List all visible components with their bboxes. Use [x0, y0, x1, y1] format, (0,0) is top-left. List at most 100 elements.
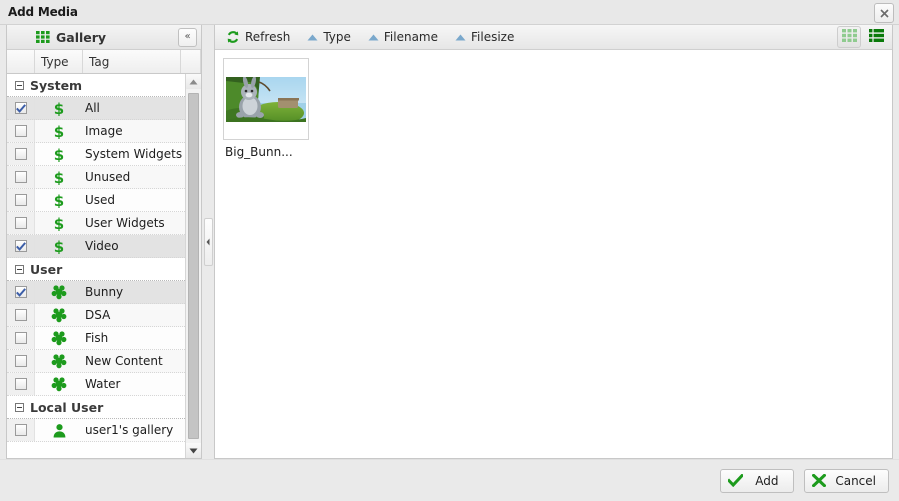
checkbox-unchecked[interactable] [14, 148, 27, 160]
row-checkbox-cell[interactable] [7, 327, 35, 349]
row-checkbox-cell[interactable] [7, 304, 35, 326]
checkbox-checked[interactable] [14, 240, 27, 252]
svg-text:$: $ [54, 192, 64, 208]
refresh-icon [226, 30, 240, 44]
list-item[interactable]: user1's gallery [7, 419, 185, 442]
row-checkbox-cell[interactable] [7, 373, 35, 395]
grid-view-icon [841, 29, 857, 45]
list-item-label: Fish [85, 331, 109, 345]
checkbox-unchecked[interactable] [14, 424, 27, 436]
media-panel: Refresh Type Filename Filesize Big_Bunn.… [214, 25, 893, 459]
close-icon[interactable] [874, 3, 894, 23]
row-checkbox-cell[interactable] [7, 166, 35, 188]
row-checkbox-cell[interactable] [7, 212, 35, 234]
cancel-button-label: Cancel [835, 473, 876, 488]
user-icon [35, 419, 83, 441]
splitter-handle[interactable] [203, 218, 213, 266]
tag-list: System $ All $ Image $ System Widgets $ Unused $ U… [7, 74, 185, 458]
row-checkbox-cell[interactable] [7, 235, 35, 257]
list-item[interactable]: $ User Widgets [7, 212, 185, 235]
dialog-body: Gallery « Type Tag System $ All $ Image $ Syst… [0, 25, 899, 459]
list-item-label: Bunny [85, 285, 124, 299]
list-item-label: DSA [85, 308, 111, 322]
checkbox-unchecked[interactable] [14, 171, 27, 183]
column-header-end [181, 50, 201, 73]
list-item-label: System Widgets [85, 147, 183, 161]
panel-splitter[interactable] [202, 25, 214, 459]
row-checkbox-cell[interactable] [7, 350, 35, 372]
checkbox-checked[interactable] [14, 102, 27, 114]
list-item-label: Unused [85, 170, 131, 184]
cancel-button[interactable]: Cancel [804, 468, 889, 493]
checkbox-unchecked[interactable] [14, 217, 27, 229]
checkbox-unchecked[interactable] [14, 378, 27, 390]
row-checkbox-cell[interactable] [7, 97, 35, 119]
media-toolbar: Refresh Type Filename Filesize [215, 25, 892, 50]
checkbox-unchecked[interactable] [14, 194, 27, 206]
sort-filesize-button[interactable]: Filesize [450, 26, 522, 49]
list-view-button[interactable] [864, 26, 888, 48]
sort-asc-icon [455, 34, 466, 41]
tag-dollar-icon: $ [35, 97, 83, 119]
list-item[interactable]: $ All [7, 97, 185, 120]
list-item[interactable]: $ Used [7, 189, 185, 212]
group-header-label: Local User [30, 399, 104, 415]
list-item[interactable]: DSA [7, 304, 185, 327]
add-button[interactable]: Add [720, 468, 795, 493]
sort-filesize-label: Filesize [471, 30, 515, 44]
list-item[interactable]: New Content [7, 350, 185, 373]
collapse-sidebar-button[interactable]: « [178, 28, 197, 47]
scroll-down-icon[interactable] [186, 443, 201, 458]
list-item[interactable]: $ Image [7, 120, 185, 143]
sort-type-button[interactable]: Type [302, 26, 359, 49]
list-item-label: User Widgets [85, 216, 165, 230]
collapse-toggle-icon[interactable] [15, 264, 24, 274]
checkbox-unchecked[interactable] [14, 332, 27, 344]
column-header-check[interactable] [7, 50, 35, 73]
checkbox-unchecked[interactable] [14, 309, 27, 321]
puzzle-icon [35, 304, 83, 326]
checkbox-unchecked[interactable] [14, 355, 27, 367]
tag-list-area: System $ All $ Image $ System Widgets $ Unused $ U… [7, 74, 201, 458]
list-item[interactable]: $ Video [7, 235, 185, 258]
puzzle-icon [35, 281, 83, 303]
tag-dollar-icon: $ [35, 143, 83, 165]
list-item[interactable]: Bunny [7, 281, 185, 304]
collapse-toggle-icon[interactable] [15, 80, 24, 90]
row-checkbox-cell[interactable] [7, 143, 35, 165]
svg-text:$: $ [54, 215, 64, 231]
collapse-toggle-icon[interactable] [15, 402, 24, 412]
list-item-label: New Content [85, 354, 163, 368]
scroll-up-icon[interactable] [186, 74, 201, 89]
checkbox-checked[interactable] [14, 286, 27, 298]
sort-filename-button[interactable]: Filename [363, 26, 446, 49]
scrollbar-track[interactable] [186, 89, 201, 443]
column-header-tag[interactable]: Tag [83, 50, 181, 73]
grid-view-button[interactable] [837, 26, 861, 48]
media-item-caption: Big_Bunn... [225, 145, 293, 159]
video-thumbnail-image [226, 76, 306, 122]
gallery-sidebar: Gallery « Type Tag System $ All $ Image $ Syst… [6, 25, 202, 459]
group-header-user[interactable]: User [7, 258, 185, 281]
sidebar-scrollbar[interactable] [185, 74, 201, 458]
row-checkbox-cell[interactable] [7, 120, 35, 142]
group-header-system[interactable]: System [7, 74, 185, 97]
checkbox-unchecked[interactable] [14, 125, 27, 137]
scrollbar-thumb[interactable] [188, 93, 199, 439]
group-header-local-user[interactable]: Local User [7, 396, 185, 419]
list-item[interactable]: $ System Widgets [7, 143, 185, 166]
svg-text:$: $ [54, 169, 64, 185]
row-checkbox-cell[interactable] [7, 281, 35, 303]
media-item[interactable]: Big_Bunn... [223, 58, 311, 159]
row-checkbox-cell[interactable] [7, 189, 35, 211]
tag-dollar-icon: $ [35, 212, 83, 234]
list-item[interactable]: $ Unused [7, 166, 185, 189]
list-item[interactable]: Fish [7, 327, 185, 350]
cross-icon [812, 474, 827, 487]
column-header-type[interactable]: Type [35, 50, 83, 73]
list-item[interactable]: Water [7, 373, 185, 396]
media-thumbnail[interactable] [223, 58, 309, 140]
refresh-button[interactable]: Refresh [221, 26, 298, 49]
row-checkbox-cell[interactable] [7, 419, 35, 441]
check-icon [728, 474, 744, 487]
